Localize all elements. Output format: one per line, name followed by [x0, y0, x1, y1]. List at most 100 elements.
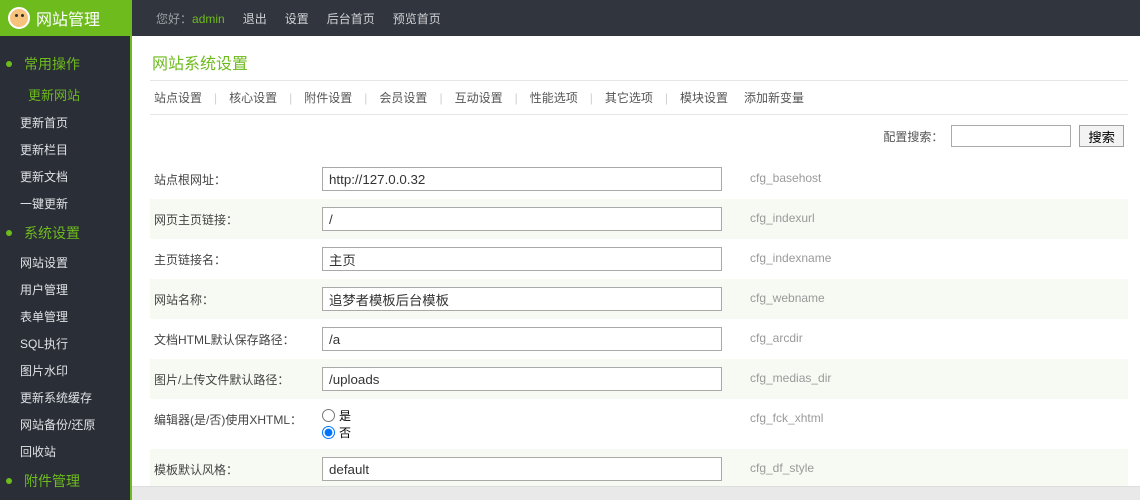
horizontal-scrollbar[interactable] — [132, 486, 1140, 500]
config-text-input[interactable] — [322, 247, 722, 271]
sidebar-group[interactable]: 常用操作 — [0, 48, 130, 80]
radio-input[interactable] — [322, 426, 335, 439]
config-label: 图片/上传文件默认路径： — [154, 367, 314, 388]
tab[interactable]: 性能选项 — [526, 89, 582, 106]
radio-input[interactable] — [322, 409, 335, 422]
config-row: 模板默认风格： cfg_df_style — [150, 449, 1128, 486]
config-label: 站点根网址： — [154, 167, 314, 188]
topbar-link-logout[interactable]: 退出 — [243, 10, 267, 27]
config-label: 文档HTML默认保存路径： — [154, 327, 314, 348]
config-row: 图片/上传文件默认路径： cfg_medias_dir — [150, 359, 1128, 399]
config-var-name: cfg_indexname — [730, 247, 1128, 265]
main-content: 网站系统设置 站点设置 | 核心设置 | 附件设置 | 会员设置 | 互动设置 | 性能选项 | 其它选… — [132, 36, 1140, 486]
config-input-wrap — [322, 167, 722, 191]
sidebar-item[interactable]: 网站备份/还原 — [0, 411, 130, 438]
topbar-link-preview-home[interactable]: 预览首页 — [393, 10, 441, 27]
search-button[interactable]: 搜索 — [1079, 125, 1124, 147]
sidebar-item[interactable]: 回收站 — [0, 438, 130, 465]
bullet-icon — [6, 478, 12, 484]
config-text-input[interactable] — [322, 327, 722, 351]
config-label: 编辑器(是/否)使用XHTML： — [154, 407, 314, 428]
sidebar-item[interactable]: 网站设置 — [0, 249, 130, 276]
config-input-wrap — [322, 457, 722, 481]
config-row: 网站名称： cfg_webname — [150, 279, 1128, 319]
config-input-wrap: 是否 — [322, 407, 722, 441]
config-label: 模板默认风格： — [154, 457, 314, 478]
sidebar-item[interactable]: 更新首页 — [0, 109, 130, 136]
tab-separator: | — [289, 91, 292, 105]
sidebar-item[interactable]: SQL执行 — [0, 330, 130, 357]
tab-separator: | — [214, 91, 217, 105]
sidebar-item[interactable]: 更新系统缓存 — [0, 384, 130, 411]
config-var-name: cfg_indexurl — [730, 207, 1128, 225]
current-user: admin — [192, 12, 225, 26]
radio-option[interactable]: 是 — [322, 407, 710, 424]
tab[interactable]: 互动设置 — [451, 89, 507, 106]
config-row: 编辑器(是/否)使用XHTML： 是否 cfg_fck_xhtml — [150, 399, 1128, 449]
config-row: 文档HTML默认保存路径： cfg_arcdir — [150, 319, 1128, 359]
search-label: 配置搜索： — [883, 128, 943, 145]
config-label: 网站名称： — [154, 287, 314, 308]
config-text-input[interactable] — [322, 457, 722, 481]
sidebar-item[interactable]: 图片水印 — [0, 357, 130, 384]
page-title: 网站系统设置 — [150, 44, 1128, 80]
config-label: 网页主页链接： — [154, 207, 314, 228]
sidebar-item[interactable]: 一键更新 — [0, 190, 130, 217]
sidebar-item[interactable]: 更新文档 — [0, 163, 130, 190]
tab[interactable]: 模块设置 — [676, 89, 732, 106]
config-input-wrap — [322, 207, 722, 231]
config-var-name: cfg_basehost — [730, 167, 1128, 185]
avatar-icon — [8, 7, 30, 29]
sidebar: 网站管理 常用操作更新网站更新首页更新栏目更新文档一键更新系统设置网站设置用户管… — [0, 0, 130, 500]
sidebar-header: 网站管理 — [0, 0, 130, 36]
radio-option[interactable]: 否 — [322, 424, 710, 441]
brand-title: 网站管理 — [36, 6, 100, 30]
config-input-wrap — [322, 327, 722, 351]
tab-separator: | — [515, 91, 518, 105]
sidebar-group[interactable]: 附件管理 — [0, 465, 130, 497]
config-text-input[interactable] — [322, 167, 722, 191]
config-text-input[interactable] — [322, 287, 722, 311]
tab[interactable]: 核心设置 — [225, 89, 281, 106]
tab[interactable]: 其它选项 — [601, 89, 657, 106]
tab[interactable]: 站点设置 — [150, 89, 206, 106]
config-input-wrap — [322, 287, 722, 311]
config-var-name: cfg_webname — [730, 287, 1128, 305]
topbar: 您好：admin 退出 设置 后台首页 预览首页 — [132, 0, 1140, 36]
config-row: 主页链接名： cfg_indexname — [150, 239, 1128, 279]
bullet-icon — [6, 61, 12, 67]
tab[interactable]: 添加新变量 — [740, 89, 808, 106]
sidebar-item[interactable]: 用户管理 — [0, 276, 130, 303]
tab[interactable]: 附件设置 — [300, 89, 356, 106]
search-input[interactable] — [951, 125, 1071, 147]
topbar-link-settings[interactable]: 设置 — [285, 10, 309, 27]
config-rows: 站点根网址： cfg_basehost 网页主页链接： cfg_indexurl 主页链… — [150, 159, 1128, 486]
tab-separator: | — [665, 91, 668, 105]
tab[interactable]: 会员设置 — [375, 89, 431, 106]
config-text-input[interactable] — [322, 367, 722, 391]
config-var-name: cfg_arcdir — [730, 327, 1128, 345]
tab-separator: | — [590, 91, 593, 105]
bullet-icon — [6, 230, 12, 236]
sidebar-items: 常用操作更新网站更新首页更新栏目更新文档一键更新系统设置网站设置用户管理表单管理… — [0, 36, 130, 500]
config-var-name: cfg_df_style — [730, 457, 1128, 475]
config-var-name: cfg_fck_xhtml — [730, 407, 1128, 425]
config-row: 网页主页链接： cfg_indexurl — [150, 199, 1128, 239]
topbar-link-admin-home[interactable]: 后台首页 — [327, 10, 375, 27]
tab-separator: | — [364, 91, 367, 105]
config-text-input[interactable] — [322, 207, 722, 231]
sidebar-item[interactable]: 表单管理 — [0, 303, 130, 330]
config-input-wrap — [322, 247, 722, 271]
search-row: 配置搜索： 搜索 — [150, 115, 1128, 159]
tab-separator: | — [439, 91, 442, 105]
sidebar-group[interactable]: 系统设置 — [0, 217, 130, 249]
config-label: 主页链接名： — [154, 247, 314, 268]
config-row: 站点根网址： cfg_basehost — [150, 159, 1128, 199]
config-var-name: cfg_medias_dir — [730, 367, 1128, 385]
greeting: 您好：admin — [156, 10, 225, 27]
main-pane: 您好：admin 退出 设置 后台首页 预览首页 网站系统设置 站点设置 | 核心设… — [130, 0, 1140, 500]
sidebar-item[interactable]: 更新栏目 — [0, 136, 130, 163]
sidebar-subgroup[interactable]: 更新网站 — [0, 80, 130, 109]
config-input-wrap — [322, 367, 722, 391]
config-tabs: 站点设置 | 核心设置 | 附件设置 | 会员设置 | 互动设置 | 性能选项 | 其它选项 | 模块设置添… — [150, 80, 1128, 115]
